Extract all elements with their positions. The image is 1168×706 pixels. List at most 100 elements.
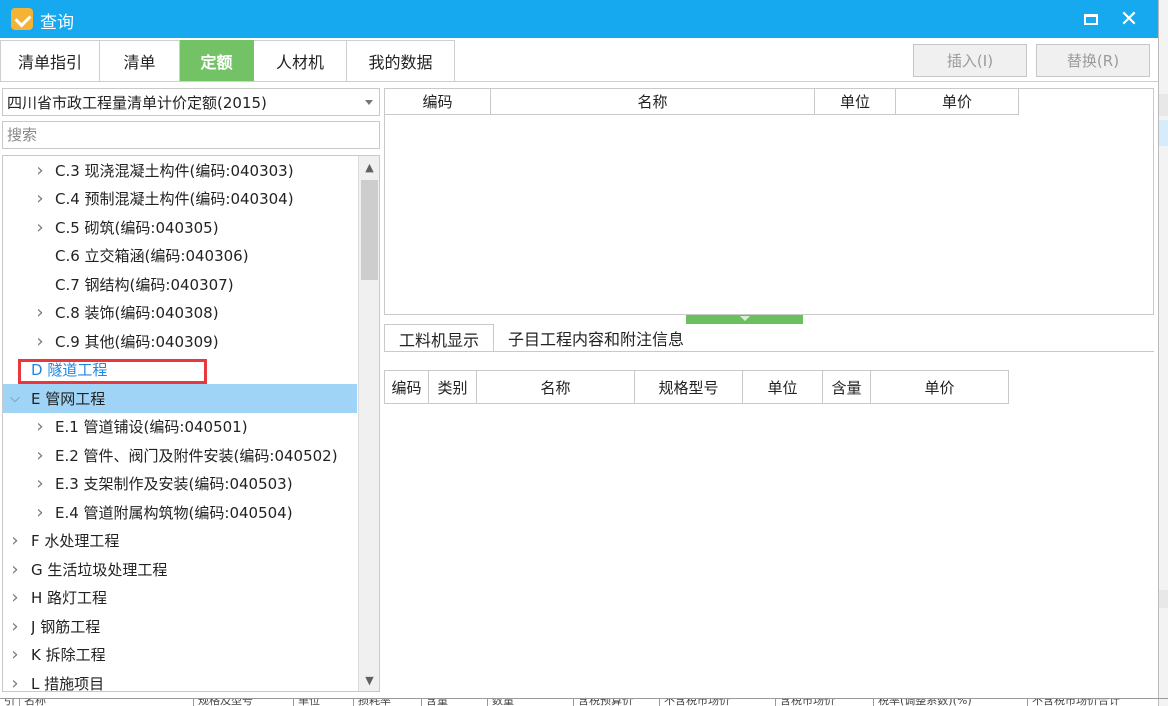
column-header[interactable]: 规格型号 <box>635 370 743 404</box>
tree-item[interactable]: › C.4 预制混凝土构件(编码:040304) <box>3 185 357 214</box>
tree-item-label: E.3 支架制作及安装(编码:040503) <box>55 475 293 494</box>
insert-button[interactable]: 插入(I) <box>913 44 1027 77</box>
chevron-right-icon[interactable]: › <box>7 530 23 551</box>
tree-item[interactable]: ⌵ E 管网工程 <box>3 384 357 413</box>
tree-item[interactable]: › E.4 管道附属构筑物(编码:040504) <box>3 498 357 527</box>
column-header[interactable]: 含量 <box>823 370 871 404</box>
tree-item[interactable]: › G 生活垃圾处理工程 <box>3 555 357 584</box>
chevron-right-icon[interactable]: › <box>33 502 47 523</box>
chevron-right-icon[interactable]: › <box>33 331 47 352</box>
main-tabs: 清单指引 清单 定额 人材机 我的数据 <box>0 40 455 82</box>
tree-item-label: E.2 管件、阀门及附件安装(编码:040502) <box>55 446 338 465</box>
tree-item[interactable]: › C.5 砌筑(编码:040305) <box>3 213 357 242</box>
tree-item-label: F 水处理工程 <box>31 532 120 551</box>
detail-tabs: 工料机显示 子目工程内容和附注信息 <box>384 324 698 352</box>
maximize-button[interactable] <box>1076 4 1106 34</box>
column-header[interactable]: 编码 <box>384 370 429 404</box>
quota-grid: 编码 名称 单位 单价 <box>384 88 1154 315</box>
tree-item-label: C.7 钢结构(编码:040307) <box>55 275 234 294</box>
chevron-right-icon[interactable]: › <box>7 559 23 580</box>
resource-grid: 编码 类别 名称 规格型号 单位 含量 单价 <box>384 370 1154 690</box>
search-input[interactable] <box>2 121 380 149</box>
close-icon: ✕ <box>1119 6 1139 32</box>
tree-item[interactable]: › L 措施项目 <box>3 669 357 692</box>
tree-scrollbar[interactable]: ▲ ▼ <box>358 156 379 691</box>
tree-item-label: E.4 管道附属构筑物(编码:040504) <box>55 503 293 522</box>
column-header[interactable]: 单价 <box>871 370 1009 404</box>
category-tree: › C.3 现浇混凝土构件(编码:040303) › C.4 预制混凝土构件(编码:0… <box>2 155 380 692</box>
tree-item-label: E 管网工程 <box>31 389 106 408</box>
column-header[interactable]: 编码 <box>385 89 491 115</box>
tab-work-content-notes[interactable]: 子目工程内容和附注信息 <box>494 324 698 352</box>
background-footer-row: 引 名称 规格及型号 单位 损耗率 含量 数量 含税预算价 不含税市场价 含税市… <box>0 698 1168 706</box>
tree-item-label: G 生活垃圾处理工程 <box>31 560 168 579</box>
chevron-down-icon[interactable]: ⌵ <box>7 391 23 406</box>
tree-item[interactable]: › E.2 管件、阀门及附件安装(编码:040502) <box>3 441 357 470</box>
maximize-icon <box>1084 13 1098 25</box>
tree-item-label: L 措施项目 <box>31 674 105 692</box>
tree-item[interactable]: › K 拆除工程 <box>3 641 357 670</box>
tree-item[interactable]: › J 钢筋工程 <box>3 612 357 641</box>
column-header[interactable]: 单位 <box>815 89 896 115</box>
tab-bill[interactable]: 清单 <box>100 40 180 82</box>
chevron-right-icon[interactable]: › <box>33 445 47 466</box>
quota-grid-header: 编码 名称 单位 单价 <box>385 89 1153 115</box>
tree-item[interactable]: › C.8 装饰(编码:040308) <box>3 299 357 328</box>
column-header[interactable]: 类别 <box>429 370 477 404</box>
chevron-right-icon[interactable]: › <box>7 616 23 637</box>
chevron-right-icon[interactable]: › <box>33 416 47 437</box>
tree-item[interactable]: D 隧道工程 <box>3 356 357 385</box>
tree-item[interactable]: C.6 立交箱涵(编码:040306) <box>3 242 357 271</box>
tab-my-data[interactable]: 我的数据 <box>347 40 455 82</box>
resource-grid-header: 编码 类别 名称 规格型号 单位 含量 单价 <box>384 370 1154 404</box>
tree-item-label: E.1 管道铺设(编码:040501) <box>55 418 248 437</box>
chevron-right-icon[interactable]: › <box>33 160 47 181</box>
tree-item[interactable]: › F 水处理工程 <box>3 527 357 556</box>
chevron-right-icon[interactable]: › <box>33 217 47 238</box>
scroll-down-arrow-icon[interactable]: ▼ <box>359 669 379 691</box>
tab-labor-material-machine[interactable]: 人材机 <box>254 40 347 82</box>
replace-button[interactable]: 替换(R) <box>1036 44 1150 77</box>
dropdown-arrow-icon <box>365 100 373 105</box>
tree-item-label: K 拆除工程 <box>31 646 106 665</box>
tree-item-label: C.3 现浇混凝土构件(编码:040303) <box>55 161 294 180</box>
chevron-right-icon[interactable]: › <box>33 302 47 323</box>
window-title: 查询 <box>40 13 74 33</box>
scroll-thumb[interactable] <box>361 180 378 280</box>
tree-item-label: C.8 装饰(编码:040308) <box>55 304 219 323</box>
background-window-edge <box>1158 0 1168 706</box>
title-bar: 查询 ✕ <box>0 0 1158 38</box>
tree-item[interactable]: › C.3 现浇混凝土构件(编码:040303) <box>3 156 357 185</box>
tree-item-label: C.4 预制混凝土构件(编码:040304) <box>55 190 294 209</box>
quota-library-value: 四川省市政工程量清单计价定额(2015) <box>7 94 267 112</box>
close-button[interactable]: ✕ <box>1114 4 1144 34</box>
panel-splitter[interactable] <box>686 315 803 324</box>
chevron-right-icon[interactable]: › <box>7 587 23 608</box>
tree-item-label: D 隧道工程 <box>31 361 108 380</box>
quota-library-select[interactable]: 四川省市政工程量清单计价定额(2015) <box>2 88 380 116</box>
chevron-right-icon[interactable]: › <box>33 188 47 209</box>
chevron-right-icon[interactable]: › <box>33 473 47 494</box>
tab-resource-display[interactable]: 工料机显示 <box>384 324 495 352</box>
tree-item-label: H 路灯工程 <box>31 589 108 608</box>
tab-quota[interactable]: 定额 <box>180 40 254 82</box>
tree-item[interactable]: › H 路灯工程 <box>3 584 357 613</box>
tree-item-label: C.9 其他(编码:040309) <box>55 332 219 351</box>
tree-item-label: C.5 砌筑(编码:040305) <box>55 218 219 237</box>
tab-bill-guide[interactable]: 清单指引 <box>0 40 100 82</box>
column-header[interactable]: 名称 <box>477 370 635 404</box>
tree-item[interactable]: › C.9 其他(编码:040309) <box>3 327 357 356</box>
tree-item[interactable]: › E.3 支架制作及安装(编码:040503) <box>3 470 357 499</box>
app-check-icon <box>11 8 33 30</box>
column-header[interactable]: 单位 <box>743 370 823 404</box>
scroll-up-arrow-icon[interactable]: ▲ <box>359 156 379 178</box>
tree-item[interactable]: › E.1 管道铺设(编码:040501) <box>3 413 357 442</box>
column-header[interactable]: 名称 <box>491 89 815 115</box>
tree-item-label: J 钢筋工程 <box>31 617 101 636</box>
chevron-right-icon[interactable]: › <box>7 644 23 665</box>
tree-item-label: C.6 立交箱涵(编码:040306) <box>55 247 249 266</box>
chevron-right-icon[interactable]: › <box>7 673 23 691</box>
tree-item[interactable]: C.7 钢结构(编码:040307) <box>3 270 357 299</box>
column-header[interactable]: 单价 <box>896 89 1019 115</box>
tree-list: › C.3 现浇混凝土构件(编码:040303) › C.4 预制混凝土构件(编码:0… <box>3 156 357 692</box>
